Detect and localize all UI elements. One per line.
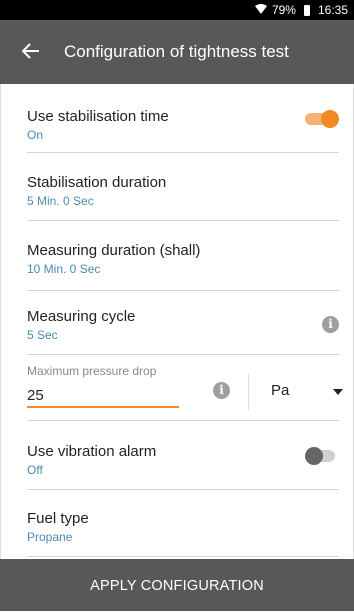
wifi-icon	[254, 3, 267, 17]
status-bar: 79% 16:35	[0, 0, 354, 20]
setting-value: 5 Sec	[27, 328, 58, 342]
divider	[248, 374, 249, 410]
setting-label: Fuel type	[27, 510, 89, 527]
apply-configuration-button[interactable]: APPLY CONFIGURATION	[0, 559, 354, 611]
battery-percent: 79%	[271, 3, 296, 17]
setting-value: Propane	[27, 530, 73, 544]
setting-stabilisation-time[interactable]: Use stabilisation time On	[27, 84, 339, 153]
setting-value: Off	[27, 463, 43, 477]
settings-list: Use stabilisation time On Stabilisation …	[0, 84, 354, 559]
setting-value: 10 Min. 0 Sec	[27, 262, 101, 276]
setting-value: On	[27, 128, 44, 142]
setting-vibration-alarm[interactable]: Use vibration alarm Off	[27, 420, 339, 490]
setting-stabilisation-duration[interactable]: Stabilisation duration 5 Min. 0 Sec	[27, 152, 339, 221]
setting-value: 5 Min. 0 Sec	[27, 194, 94, 208]
setting-label: Measuring duration (shall)	[27, 242, 201, 259]
vibration-toggle[interactable]	[305, 447, 339, 465]
pressure-unit-select[interactable]: Pa	[271, 382, 343, 404]
setting-label: Stabilisation duration	[27, 174, 167, 191]
setting-label: Use stabilisation time	[27, 108, 169, 125]
chevron-down-icon	[333, 389, 343, 395]
setting-label: Measuring cycle	[27, 308, 136, 325]
app-bar: Configuration of tightness test	[0, 20, 354, 84]
info-icon[interactable]: i	[213, 382, 230, 399]
clock: 16:35	[317, 3, 348, 17]
arrow-left-icon[interactable]	[21, 41, 50, 63]
selected-unit: Pa	[271, 382, 290, 399]
max-pressure-drop-input[interactable]	[27, 384, 179, 408]
info-icon[interactable]: i	[322, 316, 339, 333]
toggle-thumb	[321, 110, 339, 128]
page-title: Configuration of tightness test	[64, 42, 289, 61]
stabilisation-toggle[interactable]	[305, 110, 339, 128]
max-pressure-drop-label: Maximum pressure drop	[27, 364, 157, 378]
toggle-thumb	[305, 447, 323, 465]
setting-measuring-duration[interactable]: Measuring duration (shall) 10 Min. 0 Sec	[27, 220, 339, 291]
setting-measuring-cycle[interactable]: Measuring cycle 5 Sec i	[27, 290, 339, 355]
setting-fuel-type[interactable]: Fuel type Propane	[27, 488, 339, 557]
setting-label: Use vibration alarm	[27, 443, 157, 460]
battery-icon	[303, 4, 310, 16]
